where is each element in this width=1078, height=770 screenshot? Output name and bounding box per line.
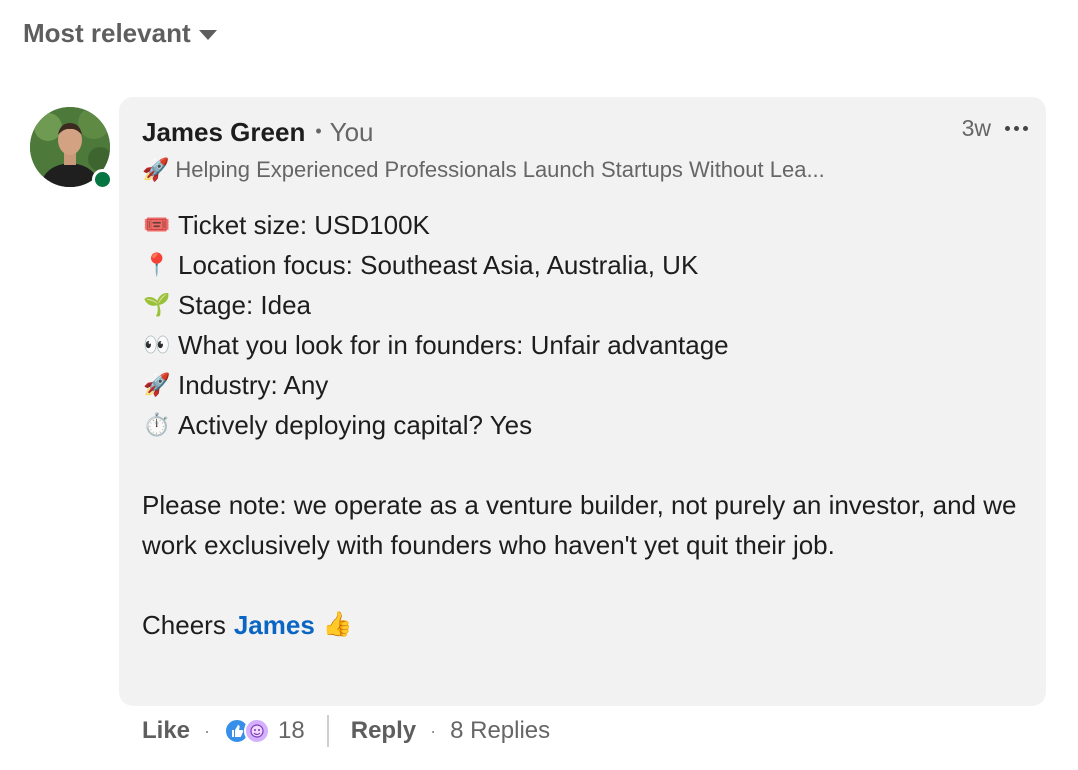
ticket-icon: 🎟️ xyxy=(143,212,171,237)
sort-dropdown[interactable]: Most relevant xyxy=(23,18,217,49)
rocket-icon: 🚀 xyxy=(142,157,170,182)
detail-text: Stage: Idea xyxy=(178,290,311,320)
cheers-text: Cheers xyxy=(142,610,226,640)
comment-paragraph: Please note: we operate as a venture bui… xyxy=(142,490,1017,560)
replies-link[interactable]: 8 Replies xyxy=(450,717,550,745)
detail-text: Actively deploying capital? Yes xyxy=(178,410,533,440)
stopwatch-icon: ⏱️ xyxy=(143,412,171,437)
detail-text: Industry: Any xyxy=(178,370,329,400)
detail-text: Ticket size: USD100K xyxy=(178,210,430,240)
detail-line: 📍 Location focus: Southeast Asia, Austra… xyxy=(142,245,1022,285)
comment-actions: Like · 18 Reply · 8 Replies xyxy=(142,713,550,749)
detail-line: 👀 What you look for in founders: Unfair … xyxy=(142,325,1022,365)
separator-dot: · xyxy=(430,720,437,741)
like-button[interactable]: Like xyxy=(142,717,190,745)
seedling-icon: 🌱 xyxy=(143,292,171,317)
author-relation: • You xyxy=(315,117,374,147)
comment-bubble: James Green • You 3w 🚀 Helping Experience… xyxy=(119,97,1046,706)
pin-icon: 📍 xyxy=(143,252,171,277)
reactions-count: 18 xyxy=(278,717,305,744)
author-headline: 🚀 Helping Experienced Professionals Laun… xyxy=(142,157,825,183)
sort-label: Most relevant xyxy=(23,18,191,48)
eyes-icon: 👀 xyxy=(143,332,171,357)
detail-line: 🌱 Stage: Idea xyxy=(142,285,1022,325)
detail-line: 🎟️ Ticket size: USD100K xyxy=(142,205,1022,245)
rocket-icon: 🚀 xyxy=(143,372,171,397)
detail-text: Location focus: Southeast Asia, Australi… xyxy=(178,250,699,280)
author-row: James Green • You xyxy=(142,117,374,148)
caret-down-icon xyxy=(198,29,217,40)
detail-text: What you look for in founders: Unfair ad… xyxy=(178,330,729,360)
comment-meta: 3w xyxy=(962,115,1028,142)
divider xyxy=(326,715,329,747)
funny-reaction-icon xyxy=(244,718,271,744)
online-status-indicator xyxy=(92,169,113,190)
headline-text: Helping Experienced Professionals Launch… xyxy=(175,157,825,182)
comment-time: 3w xyxy=(961,115,991,141)
detail-line: ⏱️ Actively deploying capital? Yes xyxy=(142,405,1022,445)
mention-link[interactable]: James xyxy=(234,605,315,645)
more-options-icon[interactable] xyxy=(1005,126,1028,131)
comment-body: 🎟️ Ticket size: USD100K 📍 Location focus… xyxy=(142,205,1022,645)
relation-label: You xyxy=(329,117,374,147)
reactions-summary[interactable]: 18 xyxy=(224,717,305,745)
thumbs-up-icon: 👍 xyxy=(322,611,353,638)
author-avatar[interactable] xyxy=(30,107,113,190)
signoff-line: Cheers James 👍 xyxy=(142,605,1022,645)
detail-line: 🚀 Industry: Any xyxy=(142,365,1022,405)
author-name[interactable]: James Green xyxy=(142,117,305,148)
separator-dot: · xyxy=(204,720,211,741)
reply-button[interactable]: Reply xyxy=(351,717,416,745)
